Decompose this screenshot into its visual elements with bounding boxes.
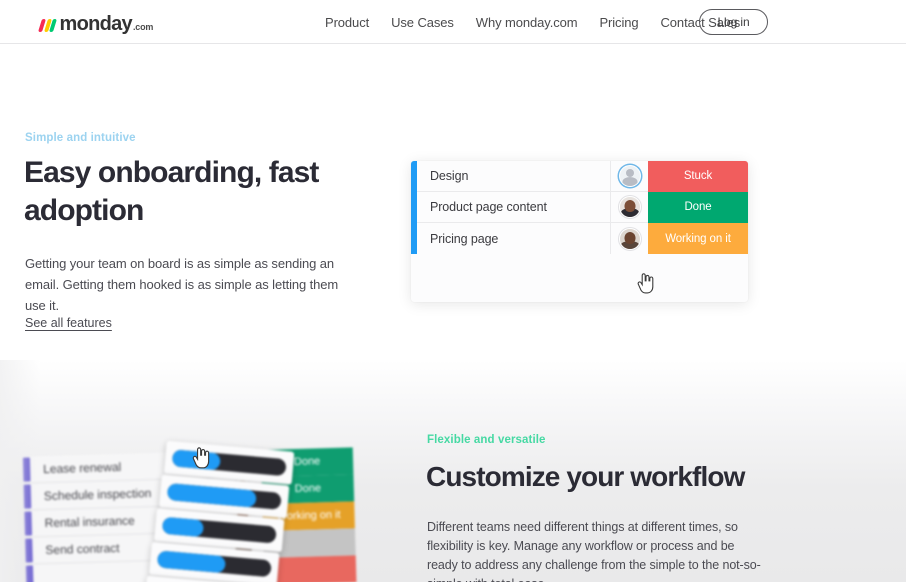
logo-wordmark: monday bbox=[59, 13, 133, 35]
row-avatar-cell[interactable] bbox=[610, 191, 648, 223]
log-in-button[interactable]: Log in bbox=[699, 9, 768, 35]
progress-bar-fill bbox=[171, 449, 221, 471]
row-status-done[interactable]: Done bbox=[648, 191, 748, 223]
row-avatar-cell[interactable] bbox=[610, 161, 648, 192]
section-one-headline: Easy onboarding, fast adoption bbox=[24, 156, 319, 227]
row-name: Design bbox=[430, 169, 469, 183]
section-one-body: Getting your team on board is as simple … bbox=[25, 256, 339, 313]
row-name: Pricing page bbox=[430, 231, 499, 246]
row-status-stuck[interactable]: Stuck bbox=[648, 161, 748, 192]
progress-bar-track bbox=[166, 483, 282, 510]
logo-tld: .com bbox=[132, 22, 154, 32]
board-row[interactable]: Pricing page Working on it bbox=[411, 223, 748, 254]
see-all-features-link[interactable]: See all features bbox=[25, 316, 112, 330]
section-two-headline: Customize your workflow bbox=[426, 461, 745, 492]
progress-bar-fill bbox=[166, 483, 257, 508]
section-one-eyebrow: Simple and intuitive bbox=[25, 132, 136, 144]
progress-bar-fill bbox=[156, 550, 227, 574]
landing-page: monday .com Product Use Cases Why monday… bbox=[0, 0, 906, 582]
nav-item-product[interactable]: Product bbox=[325, 15, 369, 30]
section-customize-workflow: Flexible and versatile Customize your wo… bbox=[0, 360, 906, 582]
progress-bar-fill bbox=[161, 516, 205, 538]
site-header: monday .com Product Use Cases Why monday… bbox=[0, 0, 906, 44]
main-navigation: Product Use Cases Why monday.com Pricing… bbox=[325, 0, 740, 44]
board-preview-bottom: Lease renewal Done Schedule inspection D… bbox=[0, 440, 358, 582]
monday-logo[interactable]: monday .com bbox=[38, 10, 154, 35]
nav-item-pricing[interactable]: Pricing bbox=[599, 15, 638, 30]
section-two-body: Different teams need different things at… bbox=[427, 520, 761, 582]
person-avatar-icon bbox=[618, 196, 641, 218]
row-avatar-cell[interactable] bbox=[610, 223, 648, 254]
logo-marks-icon bbox=[38, 17, 57, 32]
placeholder-avatar-icon bbox=[618, 165, 641, 187]
row-name: Product page content bbox=[430, 200, 547, 214]
section-easy-onboarding: Simple and intuitive Easy onboarding, fa… bbox=[0, 44, 906, 389]
nav-item-use-cases[interactable]: Use Cases bbox=[391, 15, 454, 30]
progress-bar-track bbox=[156, 550, 272, 578]
section-two-eyebrow: Flexible and versatile bbox=[427, 434, 546, 446]
board-row[interactable]: Product page content Done bbox=[411, 191, 748, 223]
board-row[interactable]: Design Stuck bbox=[411, 161, 748, 192]
person-avatar-icon bbox=[618, 227, 641, 250]
nav-item-why-monday[interactable]: Why monday.com bbox=[476, 15, 578, 30]
row-accent-bar bbox=[25, 565, 34, 582]
board-preview-top: Design Stuck Product page content Done P… bbox=[411, 161, 748, 302]
row-status-working-on-it[interactable]: Working on it bbox=[648, 223, 748, 254]
progress-bar-track bbox=[171, 449, 287, 477]
progress-bar-track bbox=[161, 516, 277, 544]
progress-card-stack bbox=[144, 440, 301, 582]
